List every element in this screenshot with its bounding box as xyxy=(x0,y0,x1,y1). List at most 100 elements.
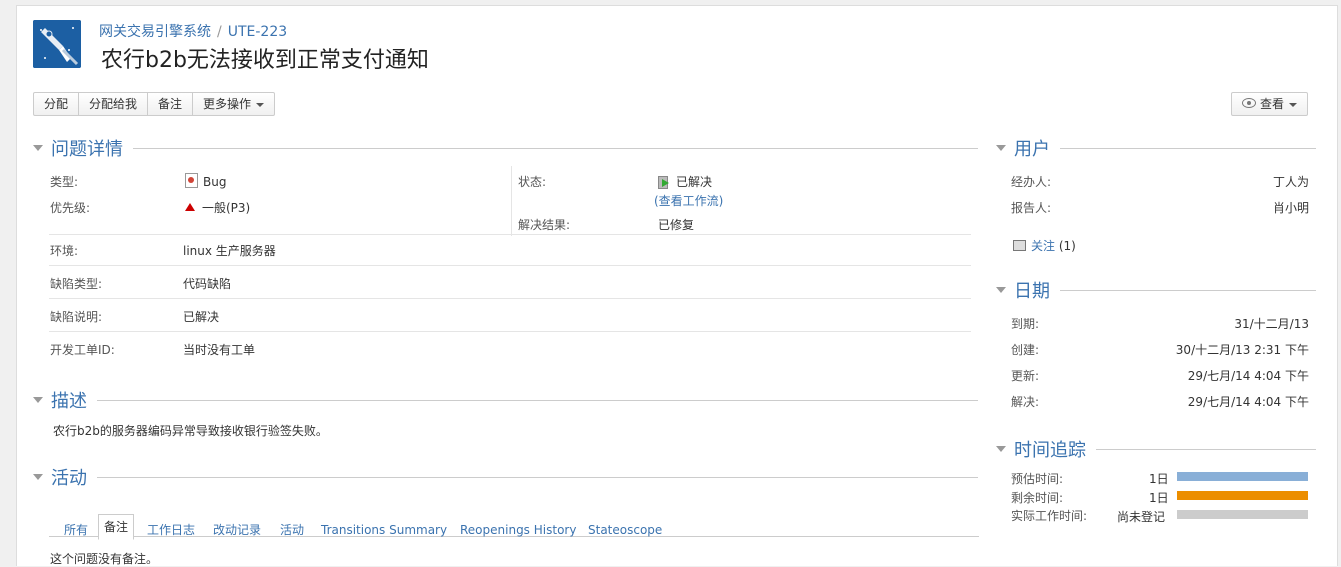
description-text: 农行b2b的服务器编码异常导致接收银行验签失败。 xyxy=(53,424,328,438)
updated-value: 29/七月/14 4:04 下午 xyxy=(1187,369,1309,383)
chevron-down-icon xyxy=(1289,102,1298,107)
time-tracking-section-header[interactable]: 时间追踪 xyxy=(996,439,1316,461)
reporter-label: 报告人: xyxy=(1011,201,1052,215)
breadcrumb-issue-key-link[interactable]: UTE-223 xyxy=(228,24,287,40)
view-workflow-link[interactable]: (查看工作流) xyxy=(654,192,723,209)
estimated-value: 1日 xyxy=(1149,472,1169,486)
view-label: 查看 xyxy=(1260,97,1285,111)
row-divider xyxy=(49,298,971,299)
description-heading: 描述 xyxy=(51,391,87,412)
tab-transitions-summary[interactable]: Transitions Summary xyxy=(321,519,447,541)
defect-type-value: 代码缺陷 xyxy=(183,277,232,291)
environment-label: 环境: xyxy=(50,244,79,258)
more-actions-label: 更多操作 xyxy=(203,97,252,111)
details-heading: 问题详情 xyxy=(51,139,123,160)
breadcrumb: 网关交易引擎系统 / UTE-223 xyxy=(99,21,287,41)
assign-button[interactable]: 分配 xyxy=(33,92,80,116)
people-section-header[interactable]: 用户 xyxy=(996,138,1316,160)
no-comments-text: 这个问题没有备注。 xyxy=(50,552,159,566)
watchers: 关注 (1) xyxy=(1013,237,1076,254)
assign-to-me-button[interactable]: 分配给我 xyxy=(78,92,149,116)
watch-icon xyxy=(1013,240,1026,251)
resolution-value: 已修复 xyxy=(658,218,695,232)
people-heading: 用户 xyxy=(1014,139,1050,160)
created-label: 创建: xyxy=(1011,343,1040,357)
updated-label: 更新: xyxy=(1011,369,1040,383)
reporter-value[interactable]: 肖小明 xyxy=(1273,199,1309,216)
more-actions-button[interactable]: 更多操作 xyxy=(192,92,276,116)
collapse-triangle-icon xyxy=(996,145,1006,151)
remaining-label: 剩余时间: xyxy=(1011,491,1064,505)
priority-value-text: 一般(P3) xyxy=(202,201,251,215)
logged-value: 尚未登记 xyxy=(1117,510,1166,524)
environment-value: linux 生产服务器 xyxy=(183,244,276,258)
page-title: 农行b2b无法接收到正常支付通知 xyxy=(101,48,429,73)
tab-activity[interactable]: 活动 xyxy=(280,519,304,541)
view-button[interactable]: 查看 xyxy=(1231,92,1309,116)
status-value: 已解决 xyxy=(658,173,712,190)
breadcrumb-separator: / xyxy=(217,24,222,40)
resolved-label: 解决: xyxy=(1011,395,1040,409)
work-order-label: 开发工单ID: xyxy=(50,343,115,357)
section-divider xyxy=(97,399,978,401)
priority-value: 一般(P3) xyxy=(185,199,250,216)
section-divider xyxy=(1060,147,1316,149)
issue-page: 网关交易引擎系统 / UTE-223 农行b2b无法接收到正常支付通知 分配 分配给… xyxy=(16,5,1338,566)
activity-heading: 活动 xyxy=(51,468,87,489)
tab-comments[interactable]: 备注 xyxy=(98,514,135,540)
section-divider xyxy=(133,147,978,149)
due-value: 31/十二月/13 xyxy=(1234,317,1309,331)
bug-icon xyxy=(185,173,198,188)
remaining-bar xyxy=(1177,491,1308,500)
estimated-bar xyxy=(1177,472,1308,481)
resolved-value: 29/七月/14 4:04 下午 xyxy=(1187,395,1309,409)
tab-stateoscope[interactable]: Stateoscope xyxy=(588,519,662,541)
row-divider xyxy=(49,265,971,266)
status-label: 状态: xyxy=(518,175,547,189)
remaining-bar-fill xyxy=(1177,491,1308,500)
logged-label: 实际工作时间: xyxy=(1011,509,1088,523)
tab-all[interactable]: 所有 xyxy=(64,519,88,541)
tab-work-log[interactable]: 工作日志 xyxy=(147,519,195,541)
collapse-triangle-icon xyxy=(996,287,1006,293)
remaining-value: 1日 xyxy=(1149,491,1169,505)
due-label: 到期: xyxy=(1011,317,1040,331)
estimated-bar-fill xyxy=(1177,472,1308,481)
estimated-label: 预估时间: xyxy=(1011,472,1064,486)
activity-section-header[interactable]: 活动 xyxy=(33,467,978,489)
section-divider xyxy=(1060,289,1316,291)
row-divider xyxy=(49,234,971,235)
assignee-value[interactable]: 丁人为 xyxy=(1273,173,1309,190)
assignee-label: 经办人: xyxy=(1011,175,1052,189)
resolved-status-icon xyxy=(658,175,670,189)
defect-description-value: 已解决 xyxy=(183,310,220,324)
dates-section-header[interactable]: 日期 xyxy=(996,280,1316,302)
work-order-value: 当时没有工单 xyxy=(183,343,256,357)
tab-reopenings-history[interactable]: Reopenings History xyxy=(460,519,576,541)
dates-heading: 日期 xyxy=(1014,281,1050,302)
watch-count: (1) xyxy=(1058,239,1076,253)
watch-link[interactable]: 关注 xyxy=(1031,239,1055,253)
column-divider xyxy=(511,166,512,236)
tab-change-history[interactable]: 改动记录 xyxy=(213,519,261,541)
status-value-text: 已解决 xyxy=(676,175,713,189)
project-avatar[interactable] xyxy=(33,20,81,68)
breadcrumb-project-link[interactable]: 网关交易引擎系统 xyxy=(99,24,211,40)
eye-icon xyxy=(1242,98,1256,108)
resolution-label: 解决结果: xyxy=(518,218,571,232)
collapse-triangle-icon xyxy=(996,446,1006,452)
created-value: 30/十二月/13 2:31 下午 xyxy=(1175,343,1309,357)
description-section-header[interactable]: 描述 xyxy=(33,390,978,412)
collapse-triangle-icon xyxy=(33,145,43,151)
comment-button[interactable]: 备注 xyxy=(147,92,194,116)
section-divider xyxy=(1096,448,1316,450)
action-toolbar: 分配 分配给我 备注 更多操作 xyxy=(33,92,276,116)
details-section-header[interactable]: 问题详情 xyxy=(33,138,978,160)
row-divider xyxy=(49,331,971,332)
collapse-triangle-icon xyxy=(33,474,43,480)
defect-type-label: 缺陷类型: xyxy=(50,277,103,291)
collapse-triangle-icon xyxy=(33,397,43,403)
chevron-down-icon xyxy=(256,102,265,107)
type-value: Bug xyxy=(185,173,226,189)
priority-up-arrow-icon xyxy=(185,203,195,211)
